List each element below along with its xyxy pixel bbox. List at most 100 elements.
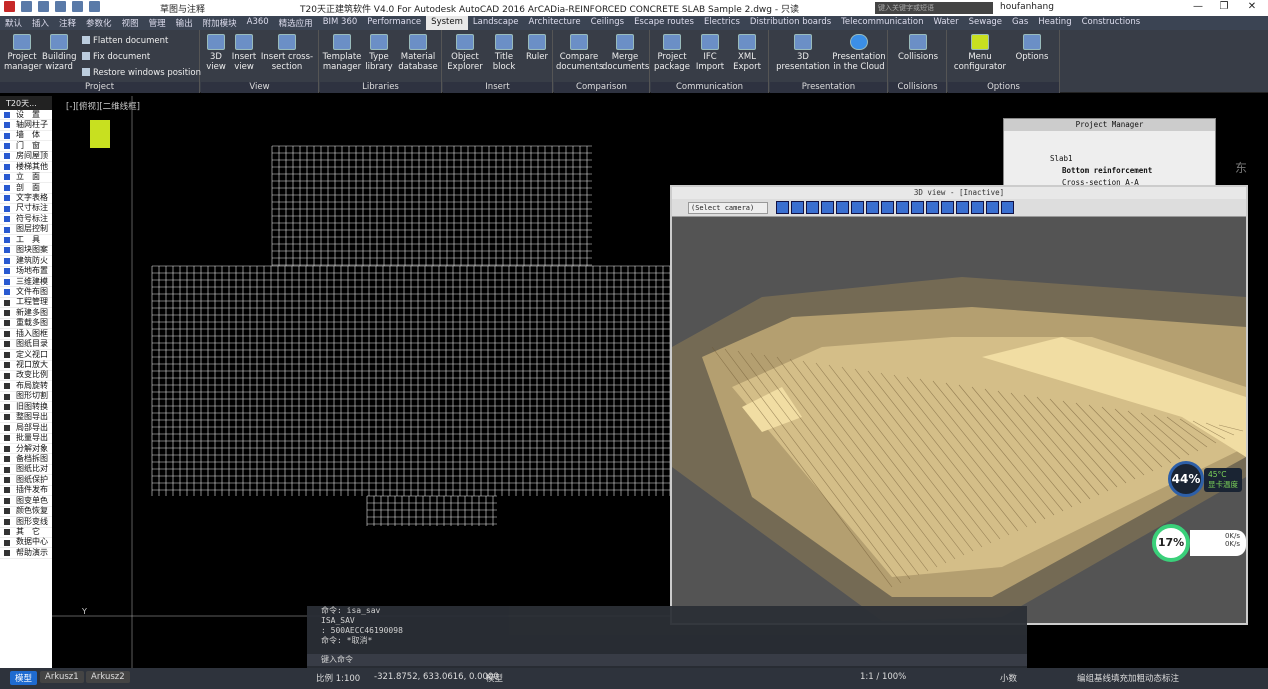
side-item-4[interactable]: 房间屋顶 [0,151,52,163]
scale-readout[interactable]: 比例 1:100 [316,672,360,684]
side-item-9[interactable]: 尺寸标注 [0,203,52,215]
layout-tab-arkusz1[interactable]: Arkusz1 [40,671,84,683]
side-item-22[interactable]: 图纸目录 [0,339,52,351]
viewport-label[interactable]: [-][俯视][二维线框] [66,100,140,112]
side-item-41[interactable]: 数据中心 [0,537,52,549]
3d-tool-icon[interactable] [941,201,954,214]
units-selector[interactable]: 小数 [1000,672,1017,684]
tab-3[interactable]: 参数化 [81,16,117,30]
side-item-31[interactable]: 批量导出 [0,433,52,444]
open-file-icon[interactable] [38,1,49,12]
insert-view-button[interactable]: Insert view [229,34,259,72]
side-item-34[interactable]: 图纸比对 [0,464,52,476]
insert-cross-section-button[interactable]: Insert cross-section [259,34,315,72]
side-item-18[interactable]: 工程管理 [0,297,52,309]
side-item-6[interactable]: 立 面 [0,172,52,184]
side-item-39[interactable]: 图形变线 [0,517,52,528]
side-item-27[interactable]: 图形切割 [0,391,52,403]
tab-6[interactable]: 输出 [171,16,198,30]
undo-icon[interactable] [72,1,83,12]
side-item-30[interactable]: 局部导出 [0,423,52,434]
side-item-20[interactable]: 重载多图 [0,318,52,330]
title-block-button[interactable]: Title block [489,34,519,72]
3d-tool-icon[interactable] [956,201,969,214]
side-item-32[interactable]: 分解对象 [0,444,52,455]
side-item-14[interactable]: 建筑防火 [0,256,52,267]
tab-18[interactable]: Distribution boards [745,16,836,30]
tab-0[interactable]: 默认 [0,16,27,30]
tab-2[interactable]: 注释 [54,16,81,30]
3d-tool-icon[interactable] [971,201,984,214]
tab-21[interactable]: Sewage [964,16,1007,30]
command-input[interactable]: 键入命令 [307,654,1027,666]
side-item-7[interactable]: 剖 面 [0,183,52,194]
user-name[interactable]: houfanhang [1000,2,1054,12]
building-wizard-button[interactable]: Building wizard [42,34,76,72]
side-item-23[interactable]: 定义视口 [0,350,52,361]
side-item-36[interactable]: 插件发布 [0,485,52,497]
workspace-selector[interactable]: 草图与注释 [160,2,205,15]
3d-tool-icon[interactable] [881,201,894,214]
3d-tool-icon[interactable] [776,201,789,214]
3d-tool-icon[interactable] [806,201,819,214]
tab-17[interactable]: Electrics [699,16,745,30]
tab-24[interactable]: Constructions [1077,16,1146,30]
tab-4[interactable]: 视图 [117,16,144,30]
options-button[interactable]: Options [1012,34,1052,62]
tab-19[interactable]: Telecommunication [836,16,928,30]
3d-tool-icon[interactable] [926,201,939,214]
tab-1[interactable]: 插入 [27,16,54,30]
tab-16[interactable]: Escape routes [629,16,699,30]
project-package-button[interactable]: Project package [653,34,691,72]
presentation-cloud-button[interactable]: Presentation in the Cloud [832,34,886,72]
minimize-button[interactable]: — [1190,1,1206,12]
collisions-button[interactable]: Collisions [893,34,943,62]
annotation-scale[interactable]: 1:1 / 100% [860,672,906,682]
ruler-button[interactable]: Ruler [523,34,551,62]
camera-select[interactable]: (Select camera) [688,202,768,214]
layout-tab-model[interactable]: 模型 [10,671,38,685]
3d-tool-icon[interactable] [896,201,909,214]
command-line[interactable]: 命令: isa_sav ISA_SAV : 500AECC46190098 命令… [307,606,1027,668]
side-item-25[interactable]: 改变比例 [0,370,52,382]
app-menu-icon[interactable] [4,1,15,12]
side-item-2[interactable]: 墙 体 [0,130,52,142]
project-manager-button[interactable]: Project manager [4,34,42,72]
side-item-13[interactable]: 图块图案 [0,245,52,257]
merge-documents-button[interactable]: Merge documents [602,34,649,72]
3d-presentation-button[interactable]: 3D presentation [774,34,832,72]
save-icon[interactable] [55,1,66,12]
memory-gauge[interactable]: 17% [1152,524,1190,562]
3d-tool-icon[interactable] [866,201,879,214]
tree-item-slab[interactable]: Slab1 [1004,153,1215,165]
tab-22[interactable]: Gas [1007,16,1033,30]
ifc-import-button[interactable]: IFC Import [693,34,727,72]
flatten-document-button[interactable]: Flatten document [82,36,168,46]
tab-8[interactable]: A360 [242,16,274,30]
side-item-0[interactable]: 设 置 [0,110,52,121]
project-manager-panel[interactable]: Project Manager Slab1 Bottom reinforceme… [1003,118,1216,190]
tab-10[interactable]: BIM 360 [318,16,363,30]
tab-5[interactable]: 管理 [144,16,171,30]
model-space-toggle[interactable]: 模型 [486,672,503,684]
compare-documents-button[interactable]: Compare documents [556,34,603,72]
layout-tab-arkusz2[interactable]: Arkusz2 [86,671,130,683]
3d-tool-icon[interactable] [986,201,999,214]
maximize-button[interactable]: ❐ [1216,1,1232,12]
tab-11[interactable]: Performance [362,16,426,30]
tab-7[interactable]: 附加模块 [198,16,242,30]
side-item-11[interactable]: 图层控制 [0,224,52,236]
3d-tool-icon[interactable] [791,201,804,214]
object-explorer-button[interactable]: Object Explorer [445,34,485,72]
tab-14[interactable]: Architecture [524,16,586,30]
3d-tool-icon[interactable] [836,201,849,214]
side-item-42[interactable]: 帮助演示 [0,548,52,559]
restore-windows-button[interactable]: Restore windows position [82,68,201,78]
tab-13[interactable]: Landscape [468,16,524,30]
template-manager-button[interactable]: Template manager [322,34,362,72]
3d-view-button[interactable]: 3D view [203,34,229,72]
cpu-gauge[interactable]: 44% [1168,461,1204,497]
xml-export-button[interactable]: XML Export [729,34,765,72]
tab-15[interactable]: Ceilings [586,16,629,30]
side-item-29[interactable]: 整图导出 [0,412,52,424]
